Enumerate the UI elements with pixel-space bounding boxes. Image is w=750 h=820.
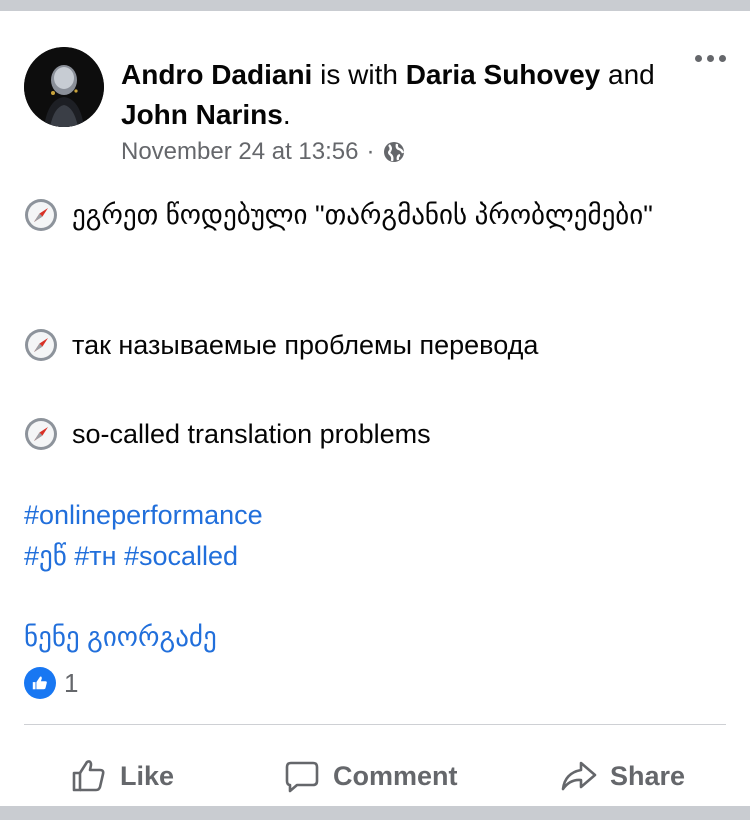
thumbs-up-icon bbox=[72, 760, 105, 792]
and-text: and bbox=[600, 59, 655, 90]
hashtag-links[interactable]: #ეწ #тн #socalled bbox=[24, 536, 263, 577]
post-meta: November 24 at 13:56 · bbox=[121, 138, 406, 166]
post-header: Andro Dadiani is with Daria Suhovey and … bbox=[121, 55, 661, 135]
share-label: Share bbox=[610, 760, 686, 791]
avatar[interactable] bbox=[24, 47, 104, 127]
globe-icon[interactable] bbox=[382, 140, 406, 164]
like-button[interactable]: Like bbox=[70, 741, 174, 811]
share-button[interactable]: Share bbox=[560, 741, 685, 811]
reactions-summary[interactable]: 1 bbox=[24, 667, 78, 699]
separator: · bbox=[366, 138, 375, 165]
text-ru: так называемые проблемы перевода bbox=[72, 330, 539, 360]
period: . bbox=[282, 99, 291, 130]
like-label: Like bbox=[120, 760, 175, 791]
compass-icon bbox=[25, 329, 57, 361]
compass-icon bbox=[25, 199, 57, 231]
comment-button[interactable]: Comment bbox=[283, 741, 458, 811]
post-card: Andro Dadiani is with Daria Suhovey and … bbox=[0, 11, 750, 806]
text-line-en: so-called translation problems bbox=[24, 414, 431, 454]
text-line-ka: ეგრეთ წოდებული "თარგმანის პრობლემები" bbox=[24, 195, 653, 235]
reaction-count: 1 bbox=[64, 667, 79, 698]
with-text: is with bbox=[312, 59, 406, 90]
more-options-icon[interactable] bbox=[695, 55, 726, 62]
tagged-user-2[interactable]: John Narins bbox=[121, 99, 283, 130]
hashtags: #onlineperformance #ეწ #тн #socalled bbox=[24, 495, 263, 577]
divider bbox=[24, 724, 726, 725]
share-arrow-icon bbox=[561, 761, 597, 791]
like-icon bbox=[24, 667, 56, 699]
author-name[interactable]: Andro Dadiani bbox=[121, 59, 312, 90]
compass-icon bbox=[25, 418, 57, 450]
text-en: so-called translation problems bbox=[72, 419, 431, 449]
comment-icon bbox=[285, 761, 319, 793]
text-line-ru: так называемые проблемы перевода bbox=[24, 325, 538, 365]
signature-link[interactable]: ნენე გიორგაძე bbox=[24, 617, 217, 657]
action-bar: Like Comment Share bbox=[0, 741, 750, 811]
tagged-user-1[interactable]: Daria Suhovey bbox=[406, 59, 601, 90]
timestamp[interactable]: November 24 at 13:56 bbox=[121, 138, 358, 166]
hashtag-link[interactable]: #onlineperformance bbox=[24, 495, 263, 536]
comment-label: Comment bbox=[333, 760, 458, 791]
text-ka: ეგრეთ წოდებული "თარგმანის პრობლემები" bbox=[72, 200, 653, 230]
